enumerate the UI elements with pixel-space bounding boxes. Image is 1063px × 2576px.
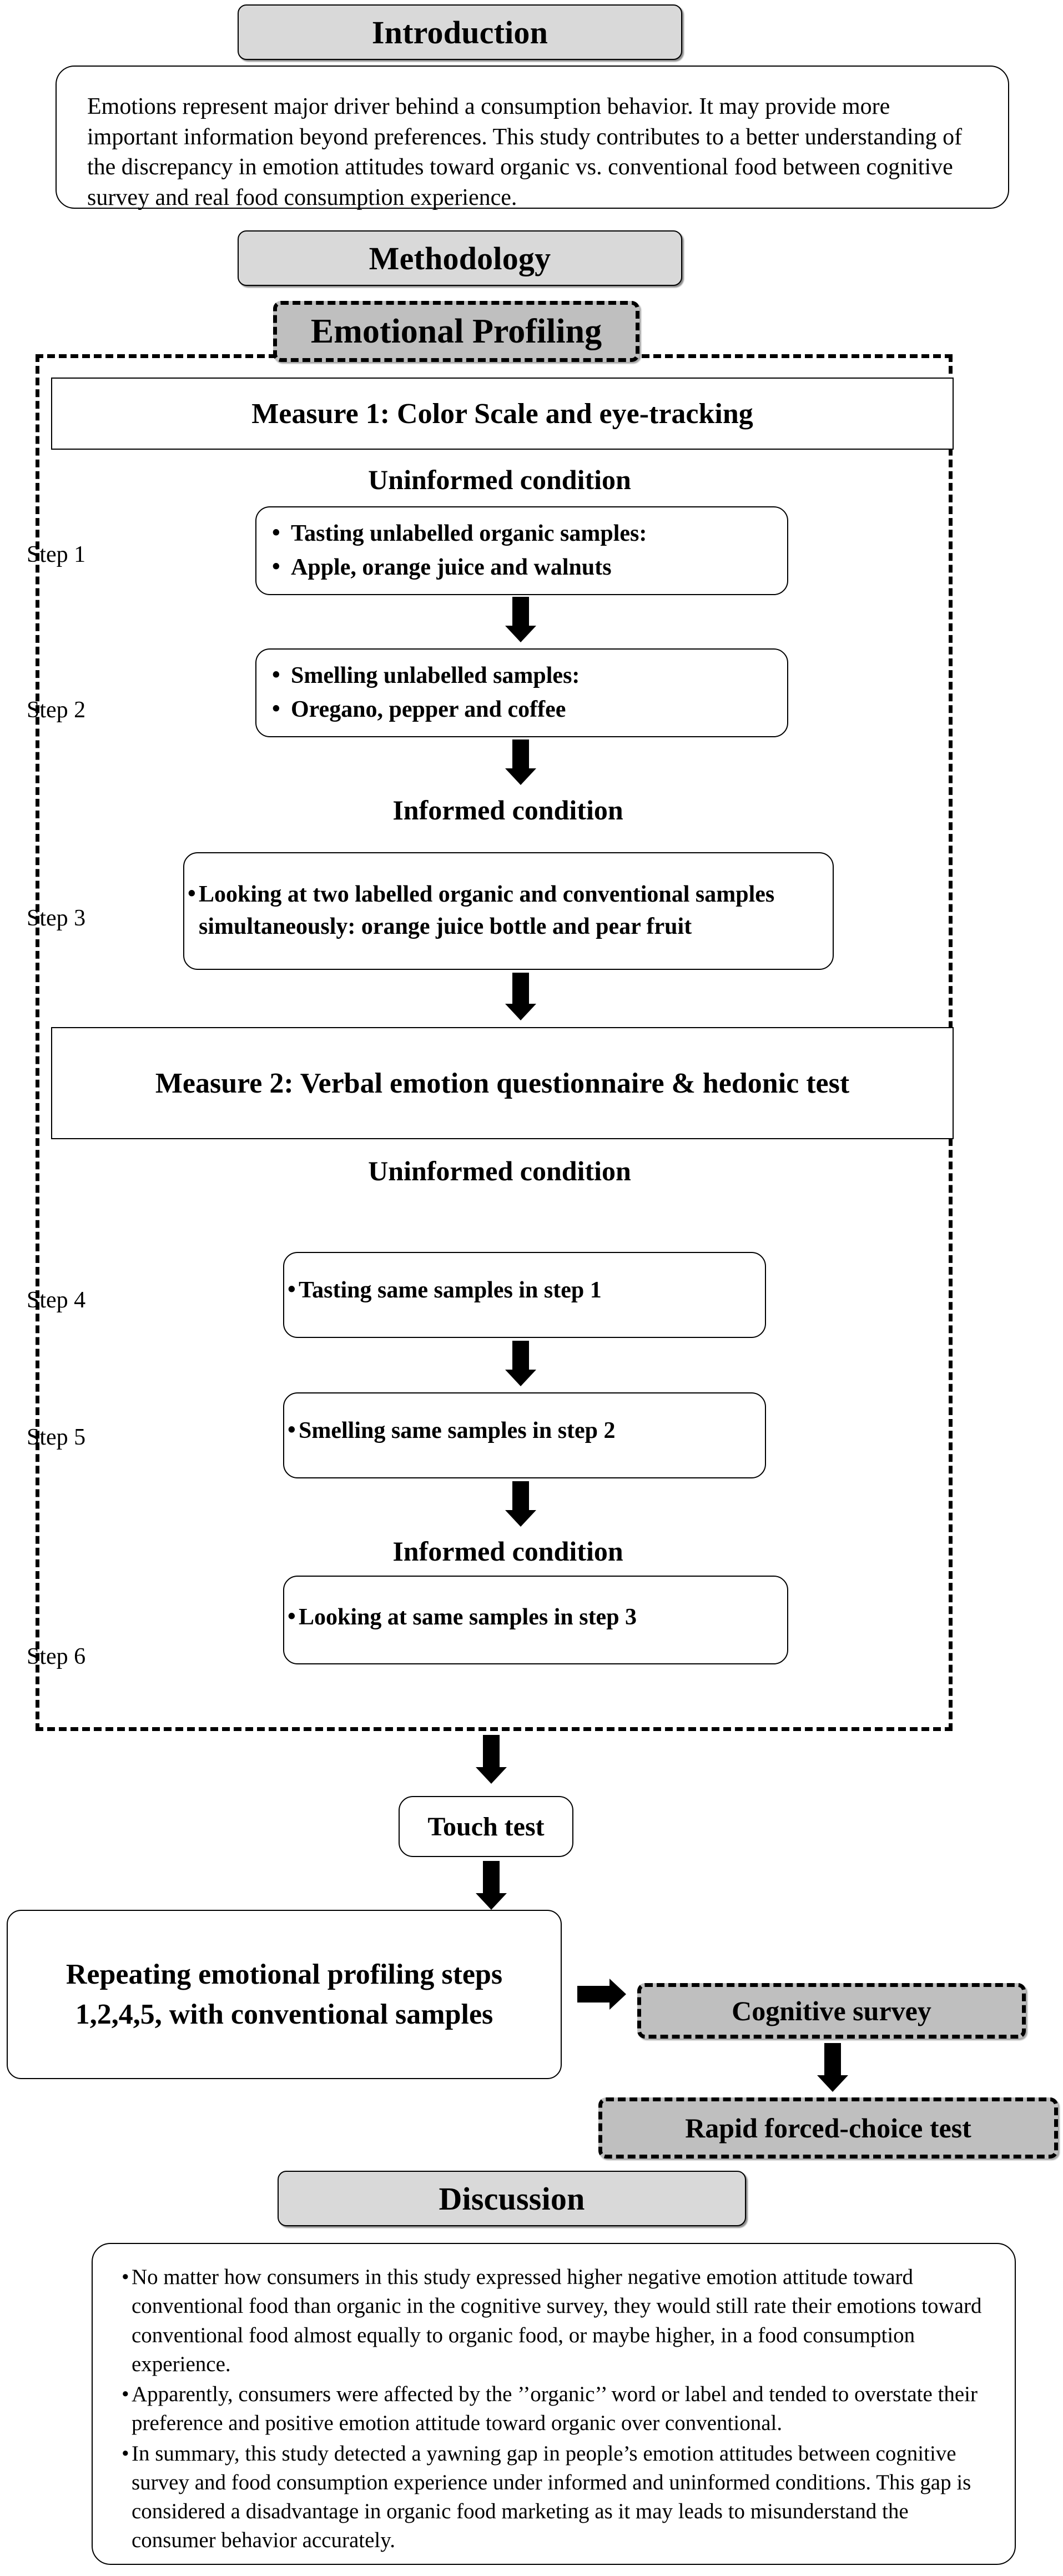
step-5-bullet-list: Smelling same samples in step 2 <box>284 1413 765 1449</box>
repeating-profiling-box: Repeating emotional profiling steps 1,2,… <box>7 1910 562 2079</box>
step-3-box: Looking at two labelled organic and conv… <box>183 852 834 970</box>
step-5-label: Step 5 <box>27 1424 85 1451</box>
step-3-bullet-list: Looking at two labelled organic and conv… <box>184 877 833 945</box>
step-1-bullet-list: Tasting unlabelled organic samples: Appl… <box>256 516 787 586</box>
step-1-bullet-0: Tasting unlabelled organic samples: <box>272 517 787 550</box>
measure-1-box: Measure 1: Color Scale and eye-tracking <box>51 378 954 450</box>
flowchart-diagram: Introduction Emotions represent major dr… <box>0 0 1063 2576</box>
condition-label-uninformed-2: Uninformed condition <box>0 1155 999 1187</box>
step-3-bullet-0: Looking at two labelled organic and conv… <box>188 878 833 943</box>
step-2-bullet-0: Smelling unlabelled samples: <box>272 660 787 692</box>
step-1-box: Tasting unlabelled organic samples: Appl… <box>255 506 788 595</box>
arrow-step3-to-measure2 <box>504 973 537 1020</box>
emotional-profiling-badge: Emotional Profiling <box>273 301 639 362</box>
condition-label-informed-1: Informed condition <box>0 794 1016 826</box>
step-6-bullet-0: Looking at same samples in step 3 <box>288 1601 787 1634</box>
arrow-cognitive-survey-to-rapid-test <box>816 2043 849 2093</box>
discussion-bullet-2: In summary, this study detected a yawnin… <box>119 2439 988 2555</box>
step-2-box: Smelling unlabelled samples: Oregano, pe… <box>255 648 788 737</box>
step-6-box: Looking at same samples in step 3 <box>283 1576 788 1664</box>
emotional-profiling-label: Emotional Profiling <box>310 312 602 350</box>
step-3-label: Step 3 <box>27 905 85 932</box>
cognitive-survey-box: Cognitive survey <box>637 1983 1026 2039</box>
condition-label-informed-2: Informed condition <box>0 1535 1016 1567</box>
rapid-forced-choice-test-label: Rapid forced-choice test <box>685 2112 971 2144</box>
introduction-body-panel: Emotions represent major driver behind a… <box>56 66 1009 210</box>
step-5-box: Smelling same samples in step 2 <box>283 1392 766 1478</box>
step-4-bullet-list: Tasting same samples in step 1 <box>284 1273 765 1309</box>
section-header-discussion: Discussion <box>278 2171 746 2226</box>
rapid-forced-choice-test-box: Rapid forced-choice test <box>598 2097 1058 2159</box>
touch-test-label: Touch test <box>427 1812 545 1842</box>
uninformed-text-2: Uninformed condition <box>368 1155 631 1186</box>
step-1-label: Step 1 <box>27 541 85 568</box>
step-2-label-text: Step 2 <box>27 697 86 723</box>
arrow-step2-to-informed <box>504 739 537 785</box>
step-4-bullet-0: Tasting same samples in step 1 <box>288 1274 765 1307</box>
step-6-label-text: Step 6 <box>27 1644 86 1669</box>
step-4-label: Step 4 <box>27 1287 85 1314</box>
discussion-body-panel: No matter how consumers in this study ex… <box>92 2243 1016 2565</box>
uninformed-text-1: Uninformed condition <box>368 464 631 495</box>
step-4-box: Tasting same samples in step 1 <box>283 1252 766 1338</box>
measure-2-box: Measure 2: Verbal emotion questionnaire … <box>51 1027 954 1139</box>
step-1-bullet-1: Apple, orange juice and walnuts <box>272 551 787 584</box>
arrow-profiling-to-touch-test <box>475 1735 508 1785</box>
arrow-repeating-to-cognitive-survey <box>577 1978 627 2011</box>
cognitive-survey-label: Cognitive survey <box>732 1995 931 2026</box>
step-5-bullet-0: Smelling same samples in step 2 <box>288 1415 765 1447</box>
step-2-label: Step 2 <box>27 697 85 723</box>
introduction-header-label: Introduction <box>371 14 548 51</box>
step-1-label-text: Step 1 <box>27 542 86 567</box>
step-2-bullet-1: Oregano, pepper and coffee <box>272 693 787 726</box>
measure-1-label: Measure 1: Color Scale and eye-tracking <box>251 398 753 430</box>
step-5-label-text: Step 5 <box>27 1425 86 1450</box>
informed-text-2: Informed condition <box>392 1536 623 1567</box>
discussion-bullet-1: Apparently, consumers were affected by t… <box>119 2380 988 2438</box>
section-header-introduction: Introduction <box>238 4 682 60</box>
discussion-bullet-0: No matter how consumers in this study ex… <box>119 2263 988 2379</box>
arrow-touch-test-to-repeating <box>475 1861 508 1911</box>
step-6-bullet-list: Looking at same samples in step 3 <box>284 1600 787 1636</box>
step-2-bullet-list: Smelling unlabelled samples: Oregano, pe… <box>256 658 787 728</box>
arrow-step1-to-step2 <box>504 597 537 642</box>
discussion-header-label: Discussion <box>439 2180 585 2217</box>
discussion-bullet-list: No matter how consumers in this study ex… <box>119 2263 988 2555</box>
introduction-body-text: Emotions represent major driver behind a… <box>87 94 963 210</box>
step-6-label: Step 6 <box>27 1643 85 1670</box>
step-4-label-text: Step 4 <box>27 1287 86 1313</box>
measure-2-label: Measure 2: Verbal emotion questionnaire … <box>155 1067 850 1099</box>
methodology-header-label: Methodology <box>369 240 551 276</box>
section-header-methodology: Methodology <box>238 230 682 286</box>
repeating-profiling-label: Repeating emotional profiling steps 1,2,… <box>66 1958 503 2030</box>
step-3-label-text: Step 3 <box>27 905 86 931</box>
touch-test-box: Touch test <box>399 1796 573 1857</box>
arrow-step4-to-step5 <box>504 1341 537 1386</box>
condition-label-uninformed-1: Uninformed condition <box>0 464 999 496</box>
arrow-step5-to-informed <box>504 1481 537 1527</box>
informed-text-1: Informed condition <box>392 794 623 826</box>
